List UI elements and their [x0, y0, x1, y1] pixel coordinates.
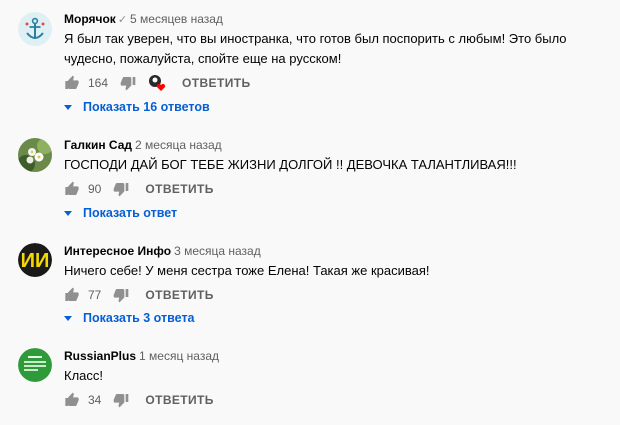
- flower-photo: [18, 138, 52, 172]
- avatar[interactable]: [18, 12, 52, 46]
- show-replies-label: Показать ответ: [83, 206, 178, 220]
- thumbs-up-icon[interactable]: [64, 392, 80, 408]
- avatar[interactable]: ИИ: [18, 243, 52, 277]
- author-name[interactable]: Интересное Инфо: [64, 244, 171, 258]
- thumbs-down-icon[interactable]: [113, 287, 129, 303]
- author-name[interactable]: RussianPlus: [64, 349, 136, 363]
- show-replies-button[interactable]: Показать 16 ответов: [64, 100, 210, 114]
- comment-time[interactable]: 3 месяца назад: [174, 244, 261, 258]
- thumbs-down-icon[interactable]: [113, 392, 129, 408]
- comment-text: Я был так уверен, что вы иностранка, что…: [64, 31, 567, 66]
- svg-text:ИИ: ИИ: [21, 250, 50, 272]
- author-name[interactable]: Галкин Сад: [64, 138, 132, 152]
- author-name[interactable]: Морячок: [64, 12, 116, 26]
- comment-time[interactable]: 2 месяца назад: [135, 138, 222, 152]
- comment-actions: 34 ОТВЕТИТЬ: [64, 390, 214, 410]
- avatar[interactable]: [18, 348, 52, 382]
- anchor-icon: [18, 12, 52, 46]
- verified-check-icon: ✓: [117, 14, 128, 26]
- reply-button[interactable]: ОТВЕТИТЬ: [182, 76, 250, 90]
- comment-text: Класс!: [64, 368, 103, 383]
- thumbs-up-icon[interactable]: [64, 181, 80, 197]
- comment-header: RussianPlus 1 месяц назад: [64, 349, 219, 363]
- like-count: 77: [88, 288, 102, 302]
- reply-button[interactable]: ОТВЕТИТЬ: [145, 288, 213, 302]
- caret-down-icon: [64, 104, 72, 110]
- comment-time[interactable]: 1 месяц назад: [139, 349, 219, 363]
- comment-actions: 164 ОТВЕТИТЬ: [64, 73, 250, 93]
- show-replies-label: Показать 16 ответов: [83, 100, 210, 114]
- green-plus-logo: [18, 348, 52, 382]
- avatar[interactable]: [18, 138, 52, 172]
- show-replies-button[interactable]: Показать ответ: [64, 206, 177, 220]
- show-replies-button[interactable]: Показать 3 ответа: [64, 311, 195, 325]
- comment-actions: 77 ОТВЕТИТЬ: [64, 285, 214, 305]
- thumbs-down-icon[interactable]: [113, 181, 129, 197]
- comment-time[interactable]: 5 месяцев назад: [130, 12, 223, 26]
- like-count: 34: [88, 393, 102, 407]
- creator-heart-icon: [148, 74, 166, 92]
- caret-down-icon: [64, 315, 72, 321]
- comment-text: Ничего себе! У меня сестра тоже Елена! Т…: [64, 263, 430, 278]
- like-count: 164: [88, 76, 109, 90]
- comment-header: Интересное Инфо 3 месяца назад: [64, 244, 261, 258]
- thumbs-up-icon[interactable]: [64, 75, 80, 91]
- comment-actions: 90 ОТВЕТИТЬ: [64, 179, 214, 199]
- thumbs-down-icon[interactable]: [120, 75, 136, 91]
- comment-header: Морячок ✓ 5 месяцев назад: [64, 12, 223, 26]
- thumbs-up-icon[interactable]: [64, 287, 80, 303]
- reply-button[interactable]: ОТВЕТИТЬ: [145, 182, 213, 196]
- logo-ii: ИИ: [18, 243, 52, 277]
- caret-down-icon: [64, 210, 72, 216]
- like-count: 90: [88, 182, 102, 196]
- reply-button[interactable]: ОТВЕТИТЬ: [145, 393, 213, 407]
- comment-header: Галкин Сад 2 месяца назад: [64, 138, 222, 152]
- show-replies-label: Показать 3 ответа: [83, 311, 195, 325]
- comment-text: ГОСПОДИ ДАЙ БОГ ТЕБЕ ЖИЗНИ ДОЛГОЙ !! ДЕВ…: [64, 157, 517, 172]
